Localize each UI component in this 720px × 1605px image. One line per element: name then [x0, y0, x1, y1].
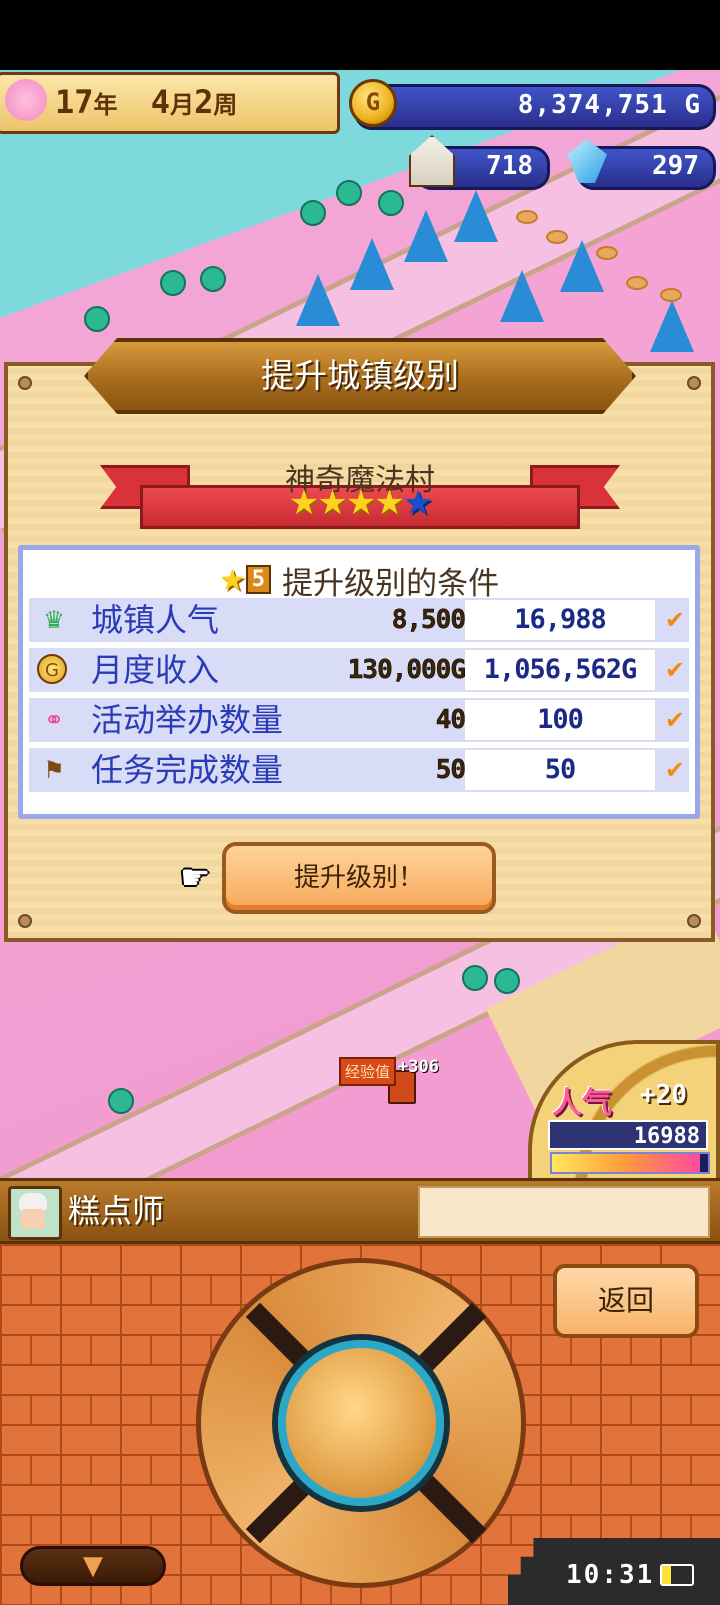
back-button[interactable]: 返回	[553, 1264, 699, 1338]
year-value: 17	[55, 83, 94, 121]
popularity-delta: +20	[640, 1080, 687, 1110]
chevron-down-icon[interactable]: ▼	[20, 1546, 166, 1586]
month-unit: 月	[170, 91, 195, 119]
screw-icon	[687, 376, 701, 390]
dialog-header: 提升城镇级别	[60, 338, 660, 414]
condition-label: 月度收入	[91, 651, 220, 689]
blossom-icon	[5, 79, 47, 121]
condition-required: 8,500	[391, 605, 466, 636]
star-filled-icon: ★	[317, 483, 348, 523]
screw-icon	[18, 376, 32, 390]
condition-current: 100	[465, 700, 655, 740]
balloons-icon: ⚭	[43, 706, 65, 734]
character-name: 糕点师	[68, 1192, 165, 1230]
gold-panel: G 8,374,751 G	[349, 79, 716, 130]
screw-icon	[687, 914, 701, 928]
popularity-icon: ♛	[43, 606, 65, 634]
year-unit: 年	[93, 91, 118, 119]
pointing-hand-icon: ☛	[180, 858, 211, 898]
condition-label: 城镇人气	[91, 601, 220, 639]
donut-icon	[626, 276, 648, 290]
popularity-value: 16988	[548, 1120, 708, 1150]
week-unit: 周	[213, 91, 238, 119]
donut-icon	[516, 210, 538, 224]
houses-panel: 718	[409, 135, 550, 190]
condition-required: 40	[435, 705, 466, 736]
donut-icon	[546, 230, 568, 244]
tree-icon	[84, 306, 110, 332]
tree-icon	[378, 190, 404, 216]
tree-icon	[462, 965, 488, 991]
condition-required: 50	[435, 755, 466, 786]
condition-row: ⚭ 活动举办数量 40 100 ✔	[29, 698, 689, 742]
star-filled-icon: ★	[288, 483, 320, 523]
condition-row: ♛ 城镇人气 8,500 16,988 ✔	[29, 598, 689, 642]
condition-required: 130,000G	[347, 655, 467, 686]
battery-fill	[662, 1566, 671, 1584]
condition-label: 活动举办数量	[91, 701, 284, 739]
condition-row: ⚑ 任务完成数量 50 50 ✔	[29, 748, 689, 792]
donut-icon	[660, 288, 682, 302]
month-value: 4	[150, 83, 171, 121]
tower-house-icon	[500, 270, 544, 322]
check-icon: ✔	[664, 606, 685, 634]
condition-row: G 月度收入 130,000G 1,056,562G ✔	[29, 648, 689, 692]
conditions-title: 提升级别的条件	[282, 566, 500, 602]
crystals-panel: 297	[567, 139, 716, 190]
popularity-bar	[550, 1152, 710, 1174]
star-icon: ★	[218, 563, 246, 598]
tree-icon	[200, 266, 226, 292]
popularity-bar-fill	[552, 1154, 701, 1172]
check-icon: ✔	[664, 656, 685, 684]
screw-icon	[18, 914, 32, 928]
exp-value: +306	[398, 1057, 439, 1077]
condition-current: 50	[465, 750, 655, 790]
date-panel: 17年 4月2周	[0, 72, 340, 134]
character-avatar[interactable]	[8, 1186, 62, 1240]
tower-house-icon	[404, 210, 448, 262]
town-rank-ribbon: 神奇魔法村 ★★★★★	[100, 455, 620, 535]
conditions-panel: ★ 5 提升级别的条件 ♛ 城镇人气 8,500 16,988 ✔ G 月度收入 …	[18, 545, 700, 819]
popularity-label: 人气	[552, 1086, 612, 1121]
star-level-badge: ★ 5	[218, 563, 272, 598]
tree-icon	[108, 1088, 134, 1114]
exp-label: 经验值	[339, 1057, 397, 1086]
gold-coin-icon: G	[37, 654, 67, 684]
conditions-header: ★ 5 提升级别的条件	[23, 558, 695, 603]
town-star-rating: ★★★★★	[100, 483, 620, 523]
tower-house-icon	[350, 238, 394, 290]
tree-icon	[160, 270, 186, 296]
star-empty-icon: ★	[402, 483, 434, 523]
star-filled-icon: ★	[345, 483, 377, 523]
dialog-title: 提升城镇级别	[261, 356, 459, 395]
tower-house-icon	[454, 190, 498, 242]
condition-current: 16,988	[465, 600, 655, 640]
star-filled-icon: ★	[374, 483, 405, 523]
dpad-center-button[interactable]	[278, 1340, 444, 1506]
tower-house-icon	[296, 274, 340, 326]
message-box	[418, 1186, 710, 1238]
level-number: 5	[245, 565, 272, 594]
week-value: 2	[194, 83, 214, 121]
gold-coin-icon: G	[349, 79, 397, 127]
gold-unit: G	[684, 90, 701, 120]
quest-flag-icon: ⚑	[43, 756, 65, 784]
clock: 10:31	[566, 1560, 655, 1590]
houses-count: 718	[486, 151, 533, 181]
tree-icon	[300, 200, 326, 226]
crystals-count: 297	[652, 151, 699, 181]
tree-icon	[494, 968, 520, 994]
battery-icon	[660, 1564, 694, 1586]
face-icon	[21, 1209, 45, 1229]
gold-amount: 8,374,751	[517, 90, 668, 120]
condition-current: 1,056,562G	[465, 650, 655, 690]
donut-icon	[596, 246, 618, 260]
level-up-button[interactable]: 提升级别！	[222, 842, 496, 914]
check-icon: ✔	[664, 756, 685, 784]
tree-icon	[336, 180, 362, 206]
check-icon: ✔	[664, 706, 685, 734]
condition-label: 任务完成数量	[91, 751, 284, 789]
